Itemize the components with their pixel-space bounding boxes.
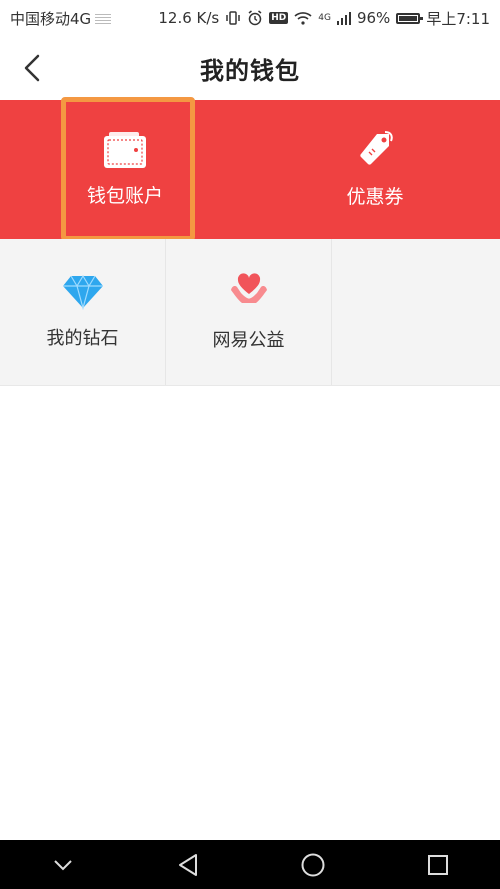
clock-time: 早上7:11 [426,9,490,28]
coupon-button[interactable]: 优惠券 [250,100,500,239]
recents-square-icon [427,854,448,875]
network-speed: 12.6 K/s [158,9,220,27]
wallet-account-label: 钱包账户 [86,185,163,207]
hd-badge: HD [269,12,289,24]
charity-label: 网易公益 [212,330,285,351]
grid-item-empty [332,239,500,385]
nav-recents-button[interactable] [413,845,463,885]
cell-signal-icon [336,11,351,25]
carrier-text: 中国移动4G [10,9,92,28]
nav-home-button[interactable] [288,845,338,885]
chevron-down-icon [53,859,72,870]
status-right: 12.6 K/s HD 4G 96% 早上7:11 [158,8,490,29]
system-nav-bar [0,840,500,889]
chevron-left-icon [24,54,40,82]
status-left: 中国移动4G [10,8,112,29]
signal-placeholder-icon [95,12,112,24]
wifi-icon [294,11,312,25]
diamond-label: 我的钻石 [46,328,119,349]
battery-fill [399,15,417,21]
coupon-label: 优惠券 [346,186,404,208]
nav-hide-button[interactable] [38,845,88,885]
battery-icon [396,12,424,24]
wallet-banner: 钱包账户 优惠券 [0,97,500,241]
back-button[interactable] [12,48,52,88]
nav-back-button[interactable] [163,845,213,885]
grid-item-charity[interactable]: 网易公益 [166,239,332,385]
battery-percent: 96% [356,9,391,27]
back-triangle-icon [178,853,197,876]
home-circle-icon [301,853,324,876]
vibrate-icon [225,10,241,26]
alarm-icon [247,10,263,26]
page-title: 我的钱包 [200,56,300,85]
diamond-icon [62,274,103,310]
network-type: 4G [318,13,331,23]
feature-grid: 我的钻石 网易公益 [0,239,500,386]
wallet-icon [104,132,146,168]
app-header: 我的钱包 [0,36,500,100]
charity-heart-icon [230,273,267,303]
wallet-account-button[interactable]: 钱包账户 [0,100,250,239]
grid-item-diamond[interactable]: 我的钻石 [0,239,166,385]
status-bar: 中国移动4G 12.6 K/s HD 4G 96% 早上7:11 [0,0,500,36]
tag-icon [360,131,393,165]
